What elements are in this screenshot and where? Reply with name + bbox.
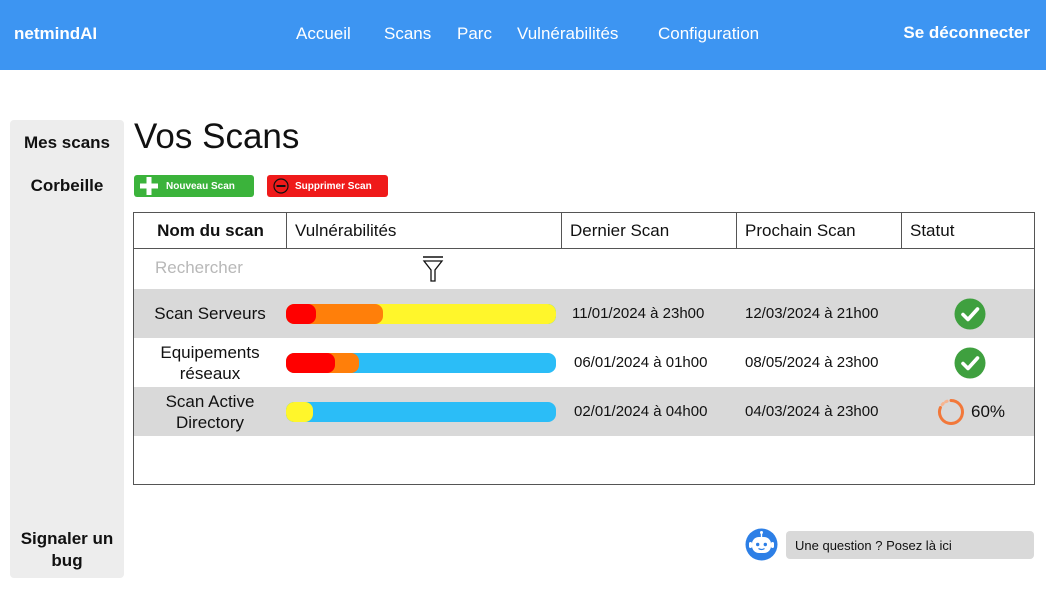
filter-icon[interactable] xyxy=(422,255,444,288)
delete-scan-label: Supprimer Scan xyxy=(295,180,372,192)
vulnerability-bar xyxy=(286,402,556,422)
nav-item-accueil[interactable]: Accueil xyxy=(296,24,351,44)
scan-name[interactable]: Scan Active Directory xyxy=(134,387,286,436)
nav-item-vulnerabilites[interactable]: Vulnérabilités xyxy=(517,24,618,44)
column-header-vulnerabilities[interactable]: Vulnérabilités xyxy=(286,213,562,249)
column-header-status[interactable]: Statut xyxy=(901,213,1034,249)
severity-segment-critical xyxy=(286,353,335,373)
table-row[interactable]: Scan Serveurs 11/01/2024 à 23h00 12/03/2… xyxy=(134,289,1034,338)
progress-percent: 60% xyxy=(971,401,1006,421)
scan-name[interactable]: Equipements réseaux xyxy=(134,338,286,387)
table-row[interactable]: Scan Active Directory 02/01/2024 à 04h00… xyxy=(134,387,1034,436)
last-scan-date: 11/01/2024 à 23h00 xyxy=(572,305,705,322)
nav-item-parc[interactable]: Parc xyxy=(457,24,492,44)
sidebar-item-report-bug[interactable]: Signaler un bug xyxy=(10,528,124,572)
progress-spinner-icon xyxy=(938,398,964,425)
new-scan-label: Nouveau Scan xyxy=(166,180,235,192)
column-header-next-scan[interactable]: Prochain Scan xyxy=(736,213,902,249)
sidebar-item-corbeille[interactable]: Corbeille xyxy=(10,175,124,197)
page-title: Vos Scans xyxy=(134,117,300,156)
nav-item-configuration[interactable]: Configuration xyxy=(658,24,759,44)
severity-segment-critical xyxy=(286,304,316,324)
status-progress: 60% xyxy=(937,387,1005,436)
help-question-input[interactable]: Une question ? Posez là ici xyxy=(786,531,1034,559)
brand-logo[interactable]: netmindAI xyxy=(14,24,97,44)
sidebar-item-mes-scans[interactable]: Mes scans xyxy=(10,132,124,154)
column-header-name[interactable]: Nom du scan xyxy=(134,213,287,249)
delete-scan-button[interactable]: Supprimer Scan xyxy=(267,175,388,197)
chatbot-icon[interactable] xyxy=(745,528,778,566)
last-scan-date: 02/01/2024 à 04h00 xyxy=(574,403,708,420)
column-header-last-scan[interactable]: Dernier Scan xyxy=(561,213,737,249)
top-nav-bar: netmindAI Accueil Scans Parc Vulnérabili… xyxy=(0,0,1046,70)
next-scan-date: 12/03/2024 à 21h00 xyxy=(745,305,879,322)
vulnerability-bar xyxy=(286,353,556,373)
next-scan-date: 04/03/2024 à 23h00 xyxy=(745,403,879,420)
new-scan-button[interactable]: Nouveau Scan xyxy=(134,175,254,197)
nav-item-scans[interactable]: Scans xyxy=(384,24,431,44)
plus-icon xyxy=(138,175,160,197)
vulnerability-bar xyxy=(286,304,556,324)
last-scan-date: 06/01/2024 à 01h00 xyxy=(574,354,708,371)
table-row[interactable]: Equipements réseaux 06/01/2024 à 01h00 0… xyxy=(134,338,1034,387)
status-done-icon xyxy=(954,338,986,387)
search-input[interactable]: Rechercher xyxy=(155,258,243,278)
status-done-icon xyxy=(954,289,986,338)
scan-name[interactable]: Scan Serveurs xyxy=(134,289,286,338)
minus-circle-icon xyxy=(273,178,289,194)
logout-button[interactable]: Se déconnecter xyxy=(903,23,1030,43)
scans-table: Nom du scan Vulnérabilités Dernier Scan … xyxy=(133,212,1035,485)
next-scan-date: 08/05/2024 à 23h00 xyxy=(745,354,879,371)
sidebar: Mes scans Corbeille Signaler un bug xyxy=(10,120,124,578)
severity-segment-medium xyxy=(286,402,313,422)
